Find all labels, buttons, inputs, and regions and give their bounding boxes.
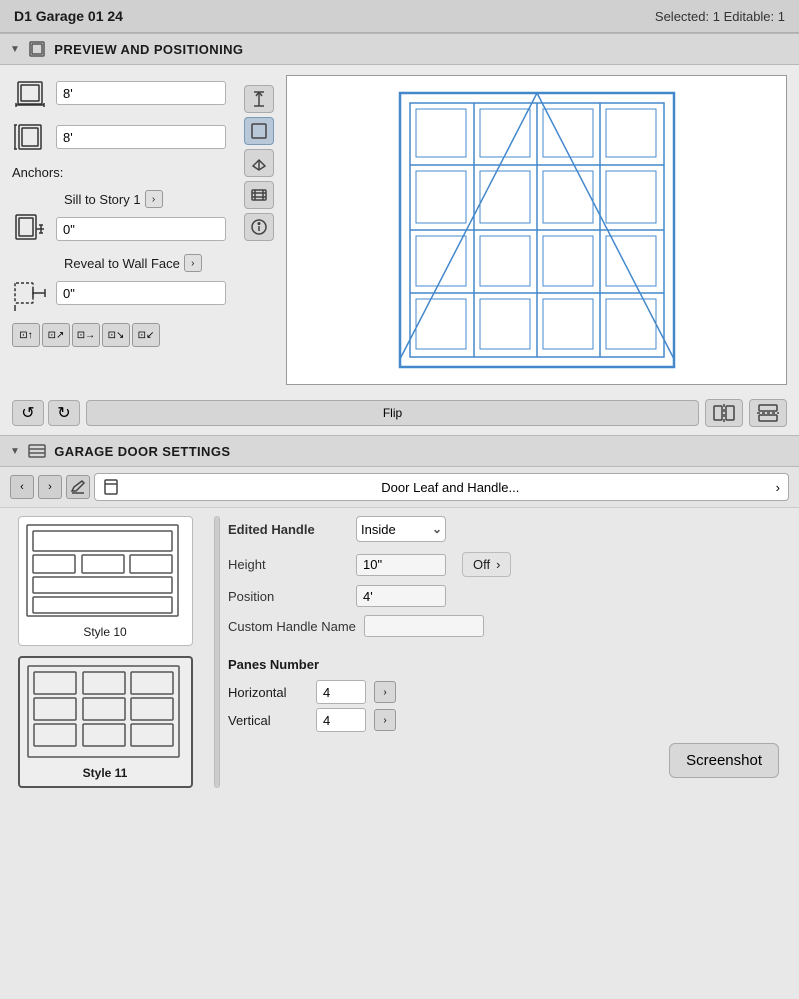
- preview-collapse-icon[interactable]: ▼: [10, 44, 20, 55]
- preview-canvas: [286, 75, 787, 385]
- sill-input[interactable]: [56, 217, 226, 241]
- tool-btn-film[interactable]: [244, 181, 274, 209]
- panes-title: Panes Number: [228, 657, 789, 672]
- edited-handle-label: Edited Handle: [228, 522, 348, 537]
- height-form-input[interactable]: [356, 554, 446, 576]
- reveal-chevron-btn[interactable]: ›: [184, 254, 202, 272]
- garage-section-title: GARAGE DOOR SETTINGS: [54, 444, 230, 459]
- nav-next-btn[interactable]: ›: [38, 475, 62, 499]
- tool-btn-align[interactable]: [244, 85, 274, 113]
- horizontal-label: Horizontal: [228, 685, 308, 700]
- garage-icon: [28, 442, 46, 460]
- height-row: [12, 119, 232, 155]
- off-btn[interactable]: Off ›: [462, 552, 511, 577]
- left-controls: Anchors: Sill to Story 1 ›: [12, 75, 232, 385]
- anchor-btn-4[interactable]: ⊡↘: [102, 323, 130, 347]
- height-form-label: Height: [228, 557, 348, 572]
- selection-info: Selected: 1 Editable: 1: [655, 9, 785, 24]
- tool-btn-frame[interactable]: [244, 117, 274, 145]
- sill-label: Sill to Story 1: [64, 192, 141, 207]
- reveal-input-row: [12, 275, 232, 311]
- scroll-divider[interactable]: [214, 516, 220, 788]
- tool-btn-3d[interactable]: [244, 149, 274, 177]
- edited-handle-select[interactable]: Inside Outside: [356, 516, 446, 542]
- anchor-buttons-row: ⊡↑ ⊡↗ ⊡→ ⊡↘ ⊡↙: [12, 323, 232, 347]
- reveal-label: Reveal to Wall Face: [64, 256, 180, 271]
- garage-collapse-icon[interactable]: ▼: [10, 446, 20, 457]
- edited-handle-row: Edited Handle Inside Outside: [228, 516, 789, 542]
- title-bar: D1 Garage 01 24 Selected: 1 Editable: 1: [0, 0, 799, 33]
- door-leaf-icon: [103, 479, 119, 496]
- horizontal-arrow-btn[interactable]: ›: [374, 681, 396, 703]
- width-input[interactable]: [56, 81, 226, 105]
- position-form-row: Position: [228, 585, 789, 607]
- anchor-btn-1[interactable]: ⊡↑: [12, 323, 40, 347]
- anchor-btn-3[interactable]: ⊡→: [72, 323, 100, 347]
- height-input[interactable]: [56, 125, 226, 149]
- vertical-label: Vertical: [228, 713, 308, 728]
- nav-prev-btn[interactable]: ‹: [10, 475, 34, 499]
- panes-section: Panes Number Horizontal › Vertical ›: [228, 657, 789, 736]
- settings-body: Style 10 Style 11 Edited H: [0, 508, 799, 796]
- edited-handle-select-wrapper: Inside Outside: [356, 516, 446, 542]
- width-row: [12, 75, 232, 111]
- garage-section-header: ▼ GARAGE DOOR SETTINGS: [0, 435, 799, 467]
- anchor-btn-2[interactable]: ⊡↗: [42, 323, 70, 347]
- reveal-anchor-icon: [12, 275, 48, 311]
- off-chevron: ›: [496, 557, 500, 572]
- window-title: D1 Garage 01 24: [14, 8, 123, 24]
- preview-body: Anchors: Sill to Story 1 ›: [0, 65, 799, 395]
- reveal-label-row: Reveal to Wall Face ›: [20, 254, 232, 272]
- off-label: Off: [473, 557, 490, 572]
- preview-icon: [28, 40, 46, 58]
- tool-buttons-column: [244, 75, 274, 385]
- door-leaf-label: Door Leaf and Handle...: [119, 480, 776, 495]
- style-10-label: Style 10: [25, 625, 186, 639]
- reveal-input[interactable]: [56, 281, 226, 305]
- custom-handle-input[interactable]: [364, 615, 484, 637]
- position-form-input[interactable]: [356, 585, 446, 607]
- right-panel: Edited Handle Inside Outside Height Off …: [224, 516, 789, 788]
- rotate-left-btn[interactable]: ↺: [12, 400, 44, 426]
- mirror-v-btn[interactable]: [749, 399, 787, 427]
- height-form-row: Height Off ›: [228, 552, 789, 577]
- sill-chevron-btn[interactable]: ›: [145, 190, 163, 208]
- sill-input-row: [12, 211, 232, 247]
- screenshot-btn-wrapper: Screenshot: [669, 743, 779, 778]
- custom-handle-row: Custom Handle Name: [228, 615, 789, 637]
- style-card-10[interactable]: Style 10: [18, 516, 193, 646]
- screenshot-btn[interactable]: Screenshot: [669, 743, 779, 778]
- mirror-h-btn[interactable]: [705, 399, 743, 427]
- style-panel: Style 10 Style 11: [10, 516, 210, 788]
- horizontal-pane-row: Horizontal ›: [228, 680, 789, 704]
- sill-label-row: Sill to Story 1 ›: [20, 190, 232, 208]
- garage-nav-bar: ‹ › Door Leaf and Handle... ›: [0, 467, 799, 508]
- preview-section-title: PREVIEW AND POSITIONING: [54, 42, 243, 57]
- style-11-label: Style 11: [26, 766, 185, 780]
- custom-handle-label: Custom Handle Name: [228, 619, 356, 634]
- anchors-label: Anchors:: [12, 165, 232, 180]
- tool-btn-info[interactable]: [244, 213, 274, 241]
- anchor-btn-5[interactable]: ⊡↙: [132, 323, 160, 347]
- vertical-input[interactable]: [316, 708, 366, 732]
- width-icon: [12, 75, 48, 111]
- preview-bottom-row: ↺ ↻ Flip: [0, 395, 799, 435]
- position-form-label: Position: [228, 589, 348, 604]
- style-card-11[interactable]: Style 11: [18, 656, 193, 788]
- flip-btn[interactable]: Flip: [86, 400, 699, 426]
- sill-anchor-icon: [12, 211, 48, 247]
- door-leaf-btn[interactable]: Door Leaf and Handle... ›: [94, 473, 789, 501]
- vertical-arrow-btn[interactable]: ›: [374, 709, 396, 731]
- rotate-right-btn[interactable]: ↻: [48, 400, 80, 426]
- nav-edit-btn[interactable]: [66, 475, 90, 499]
- preview-section-header: ▼ PREVIEW AND POSITIONING: [0, 33, 799, 65]
- door-leaf-chevron: ›: [776, 480, 780, 495]
- vertical-pane-row: Vertical ›: [228, 708, 789, 732]
- horizontal-input[interactable]: [316, 680, 366, 704]
- height-icon: [12, 119, 48, 155]
